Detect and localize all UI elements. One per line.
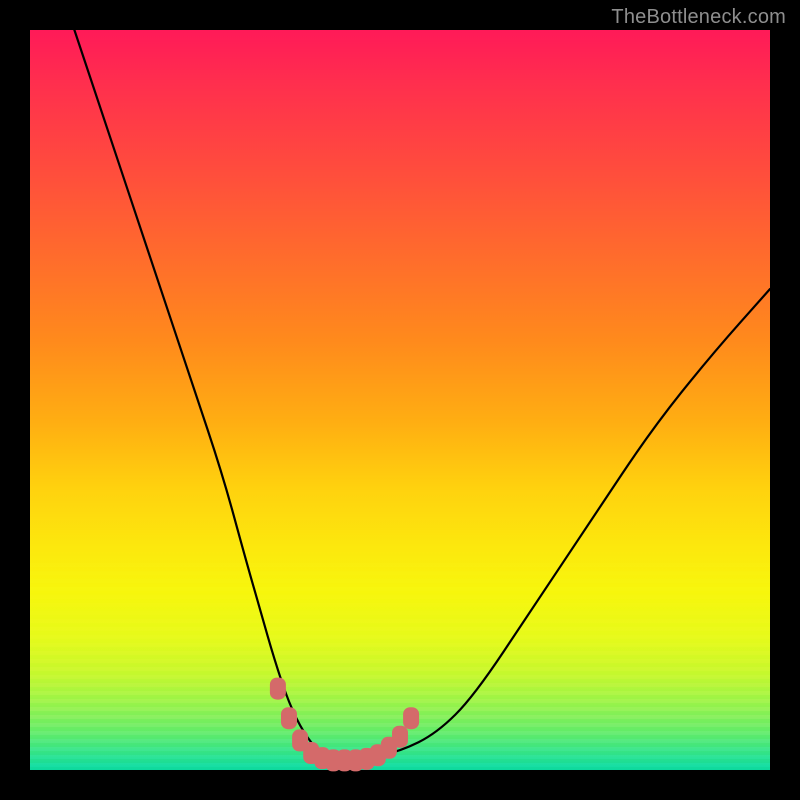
- floor-marker: [403, 707, 419, 729]
- bottleneck-curve: [74, 30, 770, 759]
- plot-area: [30, 30, 770, 770]
- floor-marker: [270, 678, 286, 700]
- floor-markers-group: [270, 678, 419, 772]
- floor-marker: [392, 726, 408, 748]
- curve-layer: [30, 30, 770, 770]
- chart-frame: TheBottleneck.com: [0, 0, 800, 800]
- watermark-text: TheBottleneck.com: [611, 6, 786, 29]
- floor-marker: [281, 707, 297, 729]
